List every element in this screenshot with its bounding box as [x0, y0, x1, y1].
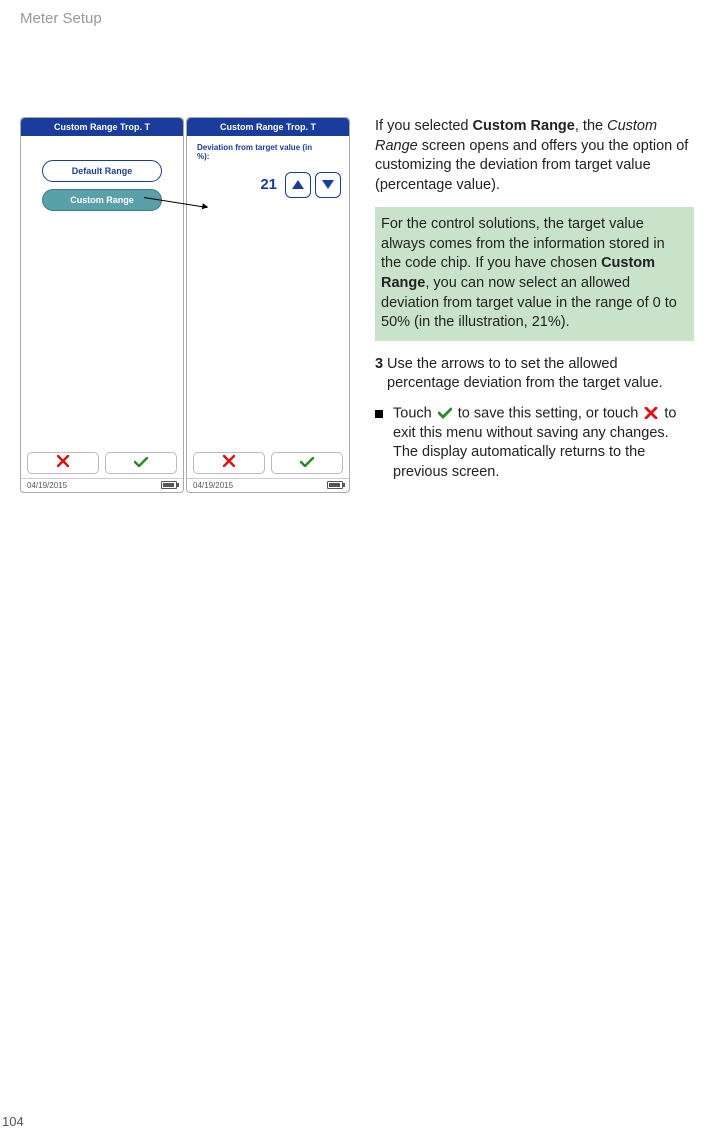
screen-title: Custom Range Trop. T — [21, 118, 183, 136]
screen-title: Custom Range Trop. T — [187, 118, 349, 136]
cancel-button[interactable] — [193, 452, 265, 474]
bullet-item: Touch to save this setting, or touch to … — [375, 404, 694, 483]
deviation-label: Deviation from target value (in %): — [197, 144, 317, 162]
close-icon — [223, 454, 235, 472]
footer-date: 04/19/2015 — [193, 481, 233, 490]
screen-body: Default Range Custom Range — [21, 136, 183, 448]
confirm-button[interactable] — [105, 452, 177, 474]
confirm-button[interactable] — [271, 452, 343, 474]
page-header: Meter Setup — [20, 0, 694, 27]
note-box: For the control solutions, the target va… — [375, 207, 694, 340]
step-3: 3 Use the arrows to to set the allowed p… — [375, 355, 694, 394]
close-icon — [644, 404, 658, 424]
cancel-button[interactable] — [27, 452, 99, 474]
arrow-up-button[interactable] — [285, 172, 311, 198]
screen-body: Deviation from target value (in %): 21 — [187, 136, 349, 448]
percent-value: 21 — [260, 176, 277, 193]
custom-range-button[interactable]: Custom Range — [42, 189, 162, 211]
step-number: 3 — [375, 355, 387, 394]
chevron-up-icon — [292, 180, 304, 189]
bullet-icon — [375, 410, 383, 418]
screen-footer: 04/19/2015 — [187, 478, 349, 492]
screen-left: Custom Range Trop. T Default Range Custo… — [20, 117, 184, 493]
battery-icon — [161, 481, 177, 489]
check-icon — [134, 454, 148, 472]
footer-date: 04/19/2015 — [27, 481, 67, 490]
screen-footer: 04/19/2015 — [21, 478, 183, 492]
device-screenshots: Custom Range Trop. T Default Range Custo… — [20, 117, 350, 493]
close-icon — [57, 454, 69, 472]
default-range-button[interactable]: Default Range — [42, 160, 162, 182]
chevron-down-icon — [322, 180, 334, 189]
bullet-text: Touch to save this setting, or touch to … — [393, 404, 694, 483]
check-icon — [438, 404, 452, 424]
battery-icon — [327, 481, 343, 489]
page-number: 104 — [2, 1114, 24, 1129]
check-icon — [300, 454, 314, 472]
action-row — [21, 448, 183, 478]
screen-right: Custom Range Trop. T Deviation from targ… — [186, 117, 350, 493]
main: Custom Range Trop. T Default Range Custo… — [20, 117, 694, 493]
arrow-down-button[interactable] — [315, 172, 341, 198]
intro-paragraph: If you selected Custom Range, the Custom… — [375, 117, 694, 195]
instruction-text: If you selected Custom Range, the Custom… — [375, 117, 694, 493]
step-text: Use the arrows to to set the allowed per… — [387, 355, 694, 394]
percent-row: 21 — [195, 172, 341, 198]
action-row — [187, 448, 349, 478]
